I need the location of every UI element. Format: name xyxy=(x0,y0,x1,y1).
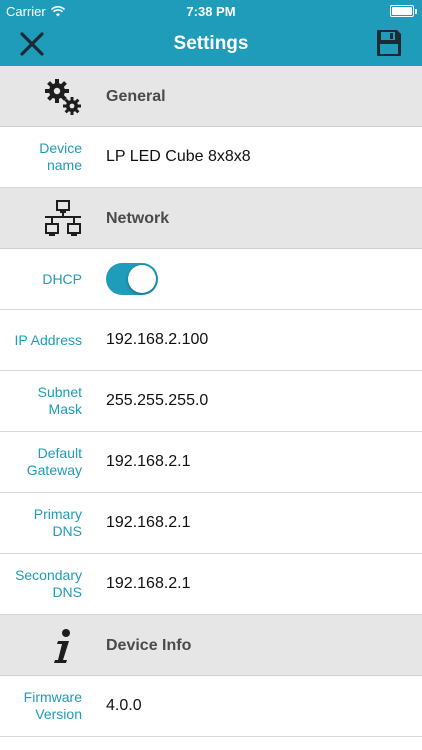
row-dhcp: DHCP xyxy=(0,249,422,310)
save-icon[interactable] xyxy=(376,29,402,57)
section-network: Network xyxy=(0,188,422,249)
nav-bar: Settings xyxy=(0,22,422,66)
ip-address-field[interactable]: 192.168.2.100 xyxy=(106,310,208,370)
row-primary-dns[interactable]: Primary DNS 192.168.2.1 xyxy=(0,493,422,554)
section-label: Device Info xyxy=(106,637,192,654)
row-device-name[interactable]: Device name LP LED Cube 8x8x8 xyxy=(0,127,422,188)
row-label: Secondary DNS xyxy=(15,567,82,600)
status-bar: Carrier 7:38 PM xyxy=(0,0,422,22)
battery-icon xyxy=(390,5,417,17)
section-label: Network xyxy=(106,210,170,227)
row-subnet-mask[interactable]: Subnet Mask 255.255.255.0 xyxy=(0,371,422,432)
row-default-gateway[interactable]: Default Gateway 192.168.2.1 xyxy=(0,432,422,493)
section-device-info: Device Info xyxy=(0,615,422,676)
row-label: Device name xyxy=(39,140,82,173)
page-title: Settings xyxy=(173,33,249,54)
info-icon xyxy=(42,625,84,667)
subnet-mask-field[interactable]: 255.255.255.0 xyxy=(106,371,208,431)
primary-dns-field[interactable]: 192.168.2.1 xyxy=(106,493,191,553)
gears-icon xyxy=(42,76,84,118)
row-label: IP Address xyxy=(14,331,82,348)
settings-list[interactable]: General Device name LP LED Cube 8x8x8 Ne… xyxy=(0,66,422,737)
row-label: DHCP xyxy=(42,270,82,287)
row-secondary-dns[interactable]: Secondary DNS 192.168.2.1 xyxy=(0,554,422,615)
toggle-knob xyxy=(128,265,156,293)
row-label: Default Gateway xyxy=(26,445,82,478)
section-general: General xyxy=(0,66,422,127)
row-firmware-version: Firmware Version 4.0.0 xyxy=(0,676,422,737)
secondary-dns-field[interactable]: 192.168.2.1 xyxy=(106,554,191,614)
dhcp-toggle[interactable] xyxy=(106,263,158,295)
row-ip-address[interactable]: IP Address 192.168.2.100 xyxy=(0,310,422,371)
close-icon[interactable] xyxy=(18,30,46,58)
status-time: 7:38 PM xyxy=(186,4,236,19)
device-name-field[interactable]: LP LED Cube 8x8x8 xyxy=(106,127,251,187)
section-label: General xyxy=(106,88,166,105)
row-label: Subnet Mask xyxy=(37,384,82,417)
network-icon xyxy=(42,198,84,240)
default-gateway-field[interactable]: 192.168.2.1 xyxy=(106,432,191,492)
row-label: Firmware Version xyxy=(23,689,82,722)
row-label: Primary DNS xyxy=(33,506,82,539)
firmware-version-value: 4.0.0 xyxy=(106,697,142,714)
